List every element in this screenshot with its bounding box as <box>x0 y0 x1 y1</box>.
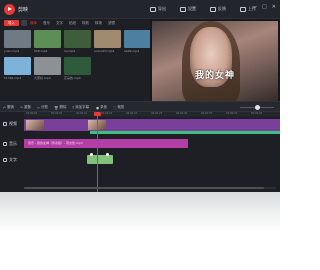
media-thumbnail[interactable] <box>4 57 31 75</box>
delete-button[interactable]: 🗑 删除 <box>54 105 66 110</box>
library-toolbar: 导入 媒体 音乐 文字 贴纸 特效 转场 滤镜 <box>0 19 150 27</box>
media-thumbnail[interactable] <box>64 57 91 75</box>
media-thumbnail[interactable] <box>34 57 61 75</box>
feedback-icon <box>210 6 216 12</box>
ruler-tick-label: 00:00:45 <box>251 112 263 115</box>
crop-button[interactable]: ⬚ 裁剪 <box>113 105 124 110</box>
timeline-ruler[interactable]: 00:00:00 00:00:05 00:00:10 00:00:15 00:00:20… <box>24 112 280 117</box>
record-button[interactable]: ● 录音 <box>96 105 107 110</box>
editor-window: 剪映 导出 设置 反馈 上传 — □ ✕ 导入 媒体 音乐 文字 贴纸 特效 转… <box>0 0 280 192</box>
tab-media[interactable]: 媒体 <box>30 21 37 26</box>
redo-button[interactable]: ↷ 重做 <box>20 105 31 110</box>
ruler-tick-label: 00:00:05 <box>51 112 63 115</box>
grid-view-icon[interactable] <box>21 20 27 26</box>
settings-button[interactable]: 设置 <box>180 6 196 12</box>
tab-filters[interactable]: 滤镜 <box>108 21 115 26</box>
top-actions: 导出 设置 反馈 上传 <box>150 6 256 12</box>
ruler-tick-label: 00:00:15 <box>101 112 113 115</box>
timeline-scrollbar-thumb[interactable] <box>24 187 264 189</box>
video-track-icon <box>3 122 7 126</box>
app-name: 剪映 <box>18 7 29 13</box>
library-tabs: 媒体 音乐 文字 贴纸 特效 转场 滤镜 <box>30 21 115 26</box>
tab-transitions[interactable]: 转场 <box>95 21 102 26</box>
media-thumbnail[interactable] <box>34 30 61 48</box>
feedback-button[interactable]: 反馈 <box>210 6 226 12</box>
video-overlay-clip[interactable] <box>90 131 280 134</box>
video-preview[interactable]: 我的女神 <box>152 21 278 105</box>
gear-icon <box>180 6 186 12</box>
video-track-name: 视频 <box>9 121 17 126</box>
split-button[interactable]: ✂ 分割 <box>37 105 48 110</box>
record-label: 录音 <box>100 105 108 109</box>
add-subtitle-label: 添加字幕 <box>75 105 90 109</box>
media-filename: 花朵的.mp4 <box>64 76 81 80</box>
text-icon <box>3 158 7 162</box>
text-track-name: 文字 <box>9 157 17 162</box>
clip-end-handle[interactable] <box>106 153 109 156</box>
media-library: yuan.mp4 0h8.mp4 lol.mp4 scene03.mp4 ab02.mp… <box>0 27 151 97</box>
add-subtitle-button[interactable]: T 添加字幕 <box>72 105 89 110</box>
maximize-button[interactable]: □ <box>262 4 267 10</box>
close-button[interactable]: ✕ <box>272 4 276 10</box>
playhead[interactable] <box>97 112 98 192</box>
export-button[interactable]: 导出 <box>150 6 166 12</box>
audio-track-label: 音乐 <box>3 141 17 147</box>
ruler-tick-label: 00:00:25 <box>151 112 163 115</box>
media-filename: h1361.mp4 <box>4 76 22 80</box>
settings-label: 设置 <box>188 6 196 11</box>
export-label: 导出 <box>158 6 166 11</box>
tab-stickers[interactable]: 贴纸 <box>69 21 76 26</box>
ruler-tick-label: 00:00:30 <box>176 112 188 115</box>
app-logo-icon <box>4 4 15 15</box>
video-clip-thumbnail <box>26 120 44 130</box>
window-controls: — □ ✕ <box>252 4 276 10</box>
redo-label: 重做 <box>23 105 31 109</box>
zoom-slider-handle[interactable] <box>255 105 260 110</box>
video-track-label: 视频 <box>3 121 17 127</box>
media-thumbnail[interactable] <box>124 30 151 48</box>
delete-label: 删除 <box>59 105 67 109</box>
minimize-button[interactable]: — <box>252 4 257 10</box>
title-bar: 剪映 导出 设置 反馈 上传 — □ ✕ <box>0 0 280 19</box>
media-filename: 0h8.mp4 <box>34 49 48 53</box>
media-filename: 大家好.mp4 <box>34 76 51 80</box>
window-reflection <box>0 192 280 232</box>
undo-button[interactable]: ↶ 撤销 <box>3 105 14 110</box>
media-filename: scene03.mp4 <box>94 49 115 53</box>
media-thumbnail[interactable] <box>4 30 31 48</box>
ruler-tick-label: 00:00:40 <box>226 112 238 115</box>
ruler-tick-label: 00:00:00 <box>26 112 38 115</box>
clip-start-handle[interactable] <box>90 153 93 156</box>
audio-track-name: 音乐 <box>9 141 17 146</box>
edit-toolbar: ↶ 撤销 ↷ 重做 ✂ 分割 🗑 删除 T 添加字幕 ● 录音 ⬚ 裁剪 <box>0 101 280 112</box>
media-thumbnail[interactable] <box>94 30 121 48</box>
split-label: 分割 <box>40 105 48 109</box>
export-icon <box>150 6 156 12</box>
text-clip[interactable] <box>87 153 113 164</box>
crop-label: 裁剪 <box>117 105 125 109</box>
media-filename: lol.mp4 <box>64 49 76 53</box>
upload-icon <box>240 6 246 12</box>
ruler-tick-label: 00:00:20 <box>126 112 138 115</box>
import-button[interactable]: 导入 <box>4 20 19 26</box>
media-filename: yuan.mp4 <box>4 49 20 53</box>
tab-effects[interactable]: 特效 <box>82 21 89 26</box>
audio-clip[interactable]: 音乐 - 我的女神（伴奏版）- 周杰伦.mp3 <box>24 139 188 148</box>
music-note-icon <box>3 142 7 146</box>
media-thumbnail[interactable] <box>64 30 91 48</box>
tab-text[interactable]: 文字 <box>56 21 63 26</box>
video-clip[interactable] <box>24 119 280 131</box>
audio-clip-label: 音乐 - 我的女神（伴奏版）- 周杰伦.mp3 <box>28 141 83 145</box>
undo-label: 撤销 <box>6 105 14 109</box>
text-track-label: 文字 <box>3 157 17 163</box>
ruler-tick-label: 00:00:10 <box>76 112 88 115</box>
tab-music[interactable]: 音乐 <box>43 21 50 26</box>
ruler-tick-label: 00:00:35 <box>201 112 213 115</box>
feedback-label: 反馈 <box>218 6 226 11</box>
timeline-scrollbar[interactable] <box>24 187 276 189</box>
preview-subtitle: 我的女神 <box>194 71 235 81</box>
